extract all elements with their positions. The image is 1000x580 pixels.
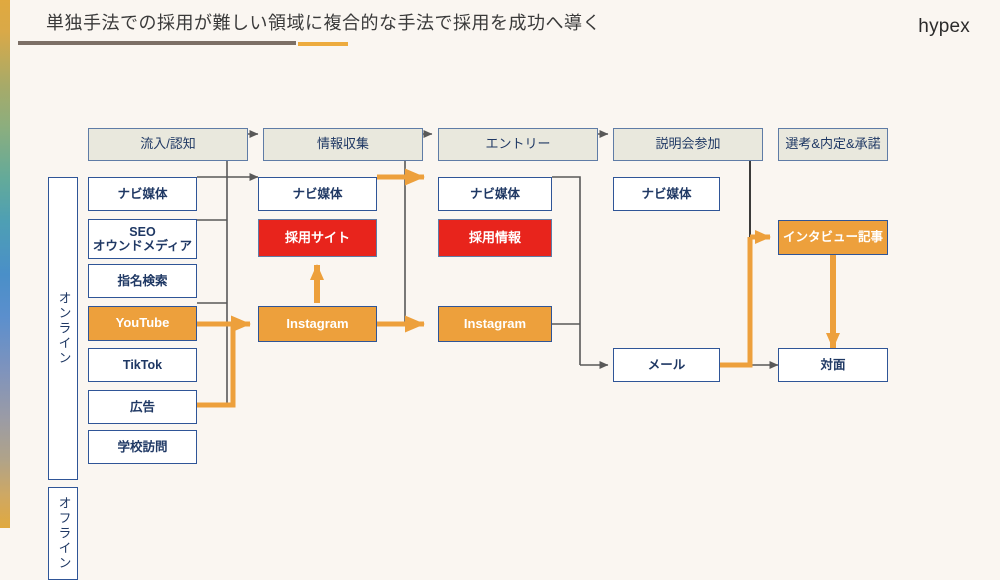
node-entry-instagram[interactable]: Instagram [438, 306, 552, 342]
node-research-instagram[interactable]: Instagram [258, 306, 377, 342]
lane-label-online: オンライン [48, 177, 78, 480]
node-research-recruit-site[interactable]: 採用サイト [258, 219, 377, 257]
page-title: 単独手法での採用が難しい領域に複合的な手法で採用を成功へ導く [46, 13, 601, 33]
stage-header-research: 情報収集 [263, 128, 423, 161]
node-inflow-ads[interactable]: 広告 [88, 390, 197, 424]
node-inflow-seo[interactable]: SEO オウンドメディア [88, 219, 197, 259]
node-briefing-navi[interactable]: ナビ媒体 [613, 177, 720, 211]
node-selection-interview-article[interactable]: インタビュー記事 [778, 220, 888, 255]
recruitment-funnel-diagram: 流入/認知 情報収集 エントリー 説明会参加 選考&内定&承諾 オンライン オフ… [0, 60, 1000, 580]
node-inflow-school-visit[interactable]: 学校訪問 [88, 430, 197, 464]
title-underline-accent [298, 42, 348, 46]
node-inflow-brand-search[interactable]: 指名検索 [88, 264, 197, 298]
title-underline-dark [18, 41, 296, 45]
node-inflow-tiktok[interactable]: TikTok [88, 348, 197, 382]
node-inflow-navi[interactable]: ナビ媒体 [88, 177, 197, 211]
stage-header-selection: 選考&内定&承諾 [778, 128, 888, 161]
stage-header-entry: エントリー [438, 128, 598, 161]
node-entry-recruit-info[interactable]: 採用情報 [438, 219, 552, 257]
slide-header: 単独手法での採用が難しい領域に複合的な手法で採用を成功へ導く hypex [0, 0, 1000, 60]
node-research-navi[interactable]: ナビ媒体 [258, 177, 377, 211]
stage-header-inflow: 流入/認知 [88, 128, 248, 161]
node-briefing-mail[interactable]: メール [613, 348, 720, 382]
node-entry-navi[interactable]: ナビ媒体 [438, 177, 552, 211]
lane-label-offline: オフライン [48, 487, 78, 580]
stage-header-briefing: 説明会参加 [613, 128, 763, 161]
node-inflow-youtube[interactable]: YouTube [88, 306, 197, 341]
brand-logo: hypex [918, 16, 970, 37]
node-selection-in-person[interactable]: 対面 [778, 348, 888, 382]
